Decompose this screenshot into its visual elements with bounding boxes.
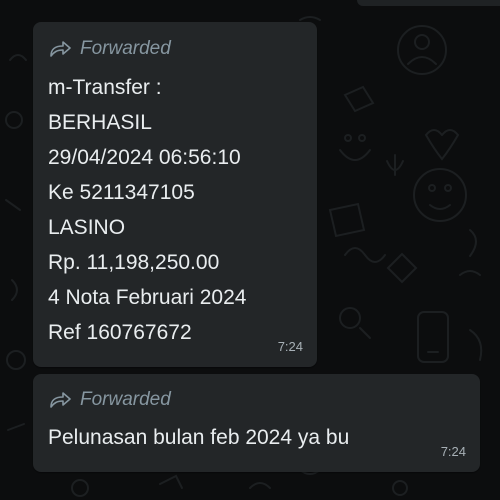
message-line: Ke 5211347105	[48, 181, 195, 204]
message-line: 29/04/2024 06:56:10	[48, 146, 241, 169]
top-edge-bubble	[357, 0, 500, 6]
message-timestamp: 7:24	[277, 339, 303, 354]
message-line: BERHASIL	[48, 111, 152, 134]
forward-arrow-icon	[50, 41, 71, 57]
message-line: Pelunasan bulan feb 2024 ya bu	[48, 426, 350, 449]
message-line: Rp. 11,198,250.00	[48, 251, 220, 274]
message-line: Ref 160767672	[48, 321, 192, 344]
message-text: Pelunasan bulan feb 2024 ya bu	[48, 420, 349, 455]
message-bubble-note[interactable]: Forwarded Pelunasan bulan feb 2024 ya bu…	[33, 374, 480, 472]
message-text: m-Transfer : BERHASIL 29/04/2024 06:56:1…	[48, 70, 246, 350]
message-line: LASINO	[48, 216, 126, 239]
message-line: 4 Nota Februari 2024	[48, 286, 247, 309]
forwarded-indicator: Forwarded	[49, 389, 171, 411]
forwarded-label: Forwarded	[80, 389, 171, 410]
message-line: m-Transfer :	[48, 76, 162, 99]
message-bubble-transfer[interactable]: Forwarded m-Transfer : BERHASIL 29/04/20…	[33, 22, 317, 367]
message-timestamp: 7:24	[440, 444, 466, 459]
forwarded-label: Forwarded	[80, 38, 171, 59]
forward-arrow-icon	[50, 392, 71, 408]
forwarded-indicator: Forwarded	[49, 38, 171, 60]
